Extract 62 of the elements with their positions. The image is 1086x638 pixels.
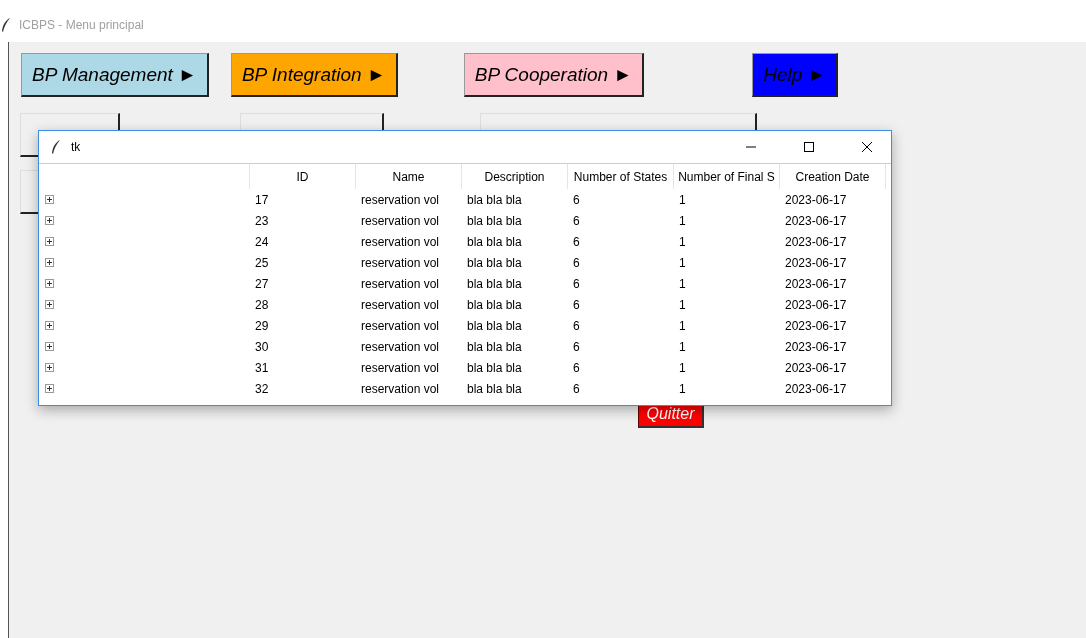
table-cell-text: 1 — [678, 317, 687, 335]
table-cell-text: 2023-06-17 — [784, 233, 848, 251]
table-cell-text: 32 — [254, 380, 270, 398]
table-cell-text: 1 — [678, 296, 687, 314]
table-cell-text: 2023-06-17 — [784, 275, 848, 293]
table-cell-text: 1 — [678, 212, 687, 230]
table-cell-text: 1 — [678, 338, 687, 356]
table-cell-text: 2023-06-17 — [784, 212, 848, 230]
table-cell-text: 1 — [678, 233, 687, 251]
table-cell-text: 2023-06-17 — [784, 338, 848, 356]
table-cell-text: reservation vol — [360, 233, 441, 251]
table-cell-text: 6 — [572, 380, 581, 398]
table-cell-text: 25 — [254, 254, 270, 272]
table-cell-text: bla bla bla — [466, 380, 523, 398]
table-cell-text: 28 — [254, 296, 270, 314]
table-cell-text: 24 — [254, 233, 270, 251]
table-cell-text: 6 — [572, 296, 581, 314]
table-cell-text: 1 — [678, 359, 687, 377]
table-cell-text: 6 — [572, 275, 581, 293]
table-cell-text: reservation vol — [360, 191, 441, 209]
table-cell-text: 2023-06-17 — [784, 317, 848, 335]
table-cell-text: 29 — [254, 317, 270, 335]
table-cell-text: 2023-06-17 — [784, 191, 848, 209]
table-cell-text: bla bla bla — [466, 275, 523, 293]
dialog-title: tk — [71, 140, 82, 154]
table-cell-text: 1 — [678, 254, 687, 272]
table-cell-text: 6 — [572, 338, 581, 356]
table-cell-text: bla bla bla — [466, 233, 523, 251]
table-cell-text: 17 — [254, 191, 270, 209]
table-cell-text: 6 — [572, 359, 581, 377]
table-cell-text: 2023-06-17 — [784, 254, 848, 272]
table-cell-text: 6 — [572, 317, 581, 335]
table-cell-text: bla bla bla — [466, 359, 523, 377]
table-cell-text: bla bla bla — [466, 191, 523, 209]
table-cell-text: 30 — [254, 338, 270, 356]
table-cell-text: reservation vol — [360, 296, 441, 314]
table-cell-text: 6 — [572, 191, 581, 209]
table-cell-text: reservation vol — [360, 317, 441, 335]
window-title: ICBPS - Menu principal — [19, 18, 144, 32]
table-cell-text: 1 — [678, 275, 687, 293]
table-cell-text: 1 — [678, 191, 687, 209]
table-cell-text: 27 — [254, 275, 270, 293]
table-cell-text: reservation vol — [360, 338, 441, 356]
table-cell-text: bla bla bla — [466, 212, 523, 230]
table-cell-text: reservation vol — [360, 275, 441, 293]
table-cell-text: reservation vol — [360, 380, 441, 398]
table-cell-text: bla bla bla — [466, 296, 523, 314]
table-cell-text: 23 — [254, 212, 270, 230]
table-cell-text: bla bla bla — [466, 254, 523, 272]
table-cell-text: 2023-06-17 — [784, 296, 848, 314]
table-cell-text: bla bla bla — [466, 338, 523, 356]
table-cell-text: 6 — [572, 233, 581, 251]
table-cell-text: 6 — [572, 212, 581, 230]
table-cell-text: 2023-06-17 — [784, 380, 848, 398]
table-cell-text: bla bla bla — [466, 317, 523, 335]
table-cell-text: reservation vol — [360, 254, 441, 272]
table-cell-text: 6 — [572, 254, 581, 272]
table-cell-text: reservation vol — [360, 359, 441, 377]
table-cell-text: reservation vol — [360, 212, 441, 230]
table-cell-text: 2023-06-17 — [784, 359, 848, 377]
table-cell-text: 31 — [254, 359, 270, 377]
table-cell-text: 1 — [678, 380, 687, 398]
